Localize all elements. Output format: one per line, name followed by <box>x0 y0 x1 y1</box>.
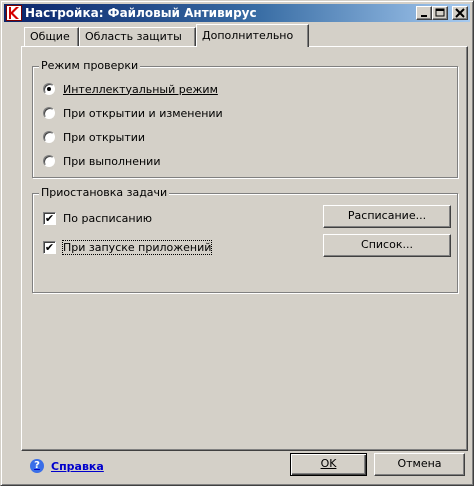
task-pause-group: Приостановка задачи ✔ По расписанию ✔ Пр… <box>32 186 458 293</box>
radio-open[interactable]: При открытии <box>43 129 145 145</box>
kaspersky-logo-icon <box>6 5 22 21</box>
checkbox-checked[interactable]: ✔ <box>43 211 56 225</box>
minimize-button[interactable] <box>416 6 432 20</box>
radio-smart-mode-label: Интеллектуальный режим <box>63 82 218 96</box>
radio-open-and-modify-label: При открытии и изменении <box>63 106 223 120</box>
tab-panel-additional: Режим проверки Интеллектуальный режим Пр… <box>21 46 468 451</box>
cancel-button[interactable]: Отмена <box>374 453 465 476</box>
settings-window: Настройка: Файловый Антивирус Общие Обла… <box>0 0 474 486</box>
checkbox-by-schedule-label: По расписанию <box>63 211 152 225</box>
radio-open-label: При открытии <box>63 130 146 144</box>
maximize-icon <box>435 8 445 17</box>
ok-button[interactable]: OK <box>290 453 367 476</box>
checkbox-on-app-start[interactable]: ✔ При запуске приложений <box>43 239 213 255</box>
radio-button[interactable] <box>43 155 55 167</box>
help-link-label: Справка <box>51 459 104 473</box>
checkbox-checked[interactable]: ✔ <box>43 240 56 254</box>
tab-additional[interactable]: Дополнительно <box>196 24 309 47</box>
task-pause-group-title: Приостановка задачи <box>39 186 170 199</box>
schedule-button-label: Расписание... <box>347 209 427 222</box>
help-icon: ? <box>30 459 44 473</box>
minimize-icon <box>421 15 427 17</box>
scan-mode-group: Режим проверки Интеллектуальный режим Пр… <box>32 59 458 178</box>
tab-additional-label: Дополнительно <box>202 29 294 42</box>
help-link[interactable]: ? Справка <box>30 459 104 473</box>
list-button-label: Список... <box>361 238 413 251</box>
kaspersky-k-glyph <box>9 7 19 19</box>
radio-execute-label: При выполнении <box>63 154 161 168</box>
radio-smart-mode[interactable]: Интеллектуальный режим <box>43 81 218 97</box>
tab-general-label: Общие <box>30 30 70 43</box>
radio-button-selected[interactable] <box>43 83 55 95</box>
scan-mode-group-title: Режим проверки <box>39 59 141 72</box>
maximize-button[interactable] <box>432 6 448 20</box>
radio-execute[interactable]: При выполнении <box>43 153 160 169</box>
radio-button[interactable] <box>43 131 55 143</box>
checkbox-on-app-start-label: При запуске приложений <box>61 239 213 255</box>
tab-protection-scope-label: Область защиты <box>85 30 182 43</box>
close-icon <box>455 8 465 18</box>
checkbox-by-schedule[interactable]: ✔ По расписанию <box>43 210 152 226</box>
tab-protection-scope[interactable]: Область защиты <box>79 27 196 46</box>
radio-open-and-modify[interactable]: При открытии и изменении <box>43 105 223 121</box>
list-button[interactable]: Список... <box>323 234 451 257</box>
radio-button[interactable] <box>43 107 55 119</box>
close-button[interactable] <box>452 6 468 20</box>
schedule-button[interactable]: Расписание... <box>323 205 451 228</box>
window-title: Настройка: Файловый Антивирус <box>25 6 257 20</box>
tab-general[interactable]: Общие <box>24 27 79 46</box>
title-bar[interactable]: Настройка: Файловый Антивирус <box>4 4 470 22</box>
cancel-button-label: Отмена <box>397 457 442 470</box>
ok-button-label: OK <box>320 457 337 470</box>
